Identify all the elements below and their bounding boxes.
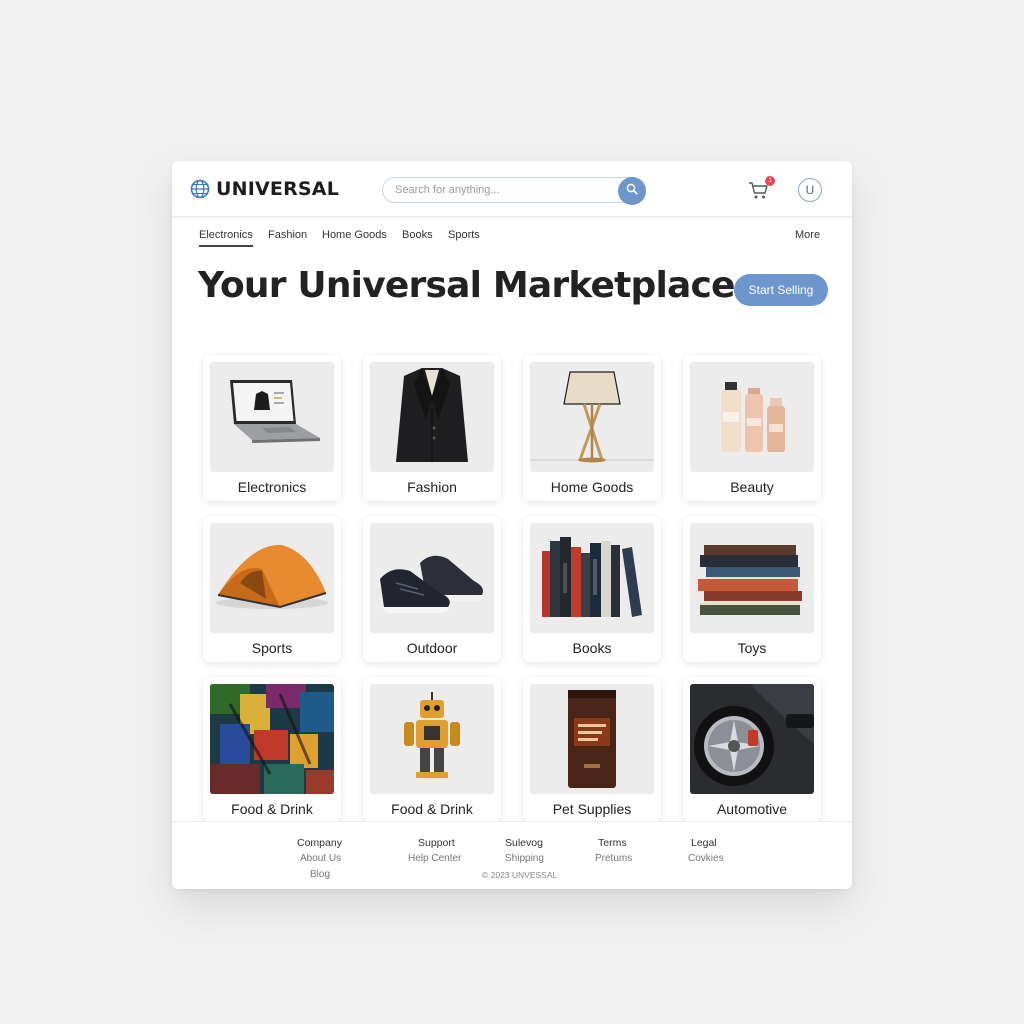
top-bar: UNIVERSAL 1 xyxy=(172,161,852,217)
lamp-image xyxy=(530,362,654,472)
category-card-pet-supplies[interactable]: Pet Supplies xyxy=(523,677,661,823)
footer-heading-support: Support xyxy=(418,837,455,849)
search-button[interactable] xyxy=(618,177,646,205)
category-label: Automotive xyxy=(716,801,788,817)
nav-item-home-goods[interactable]: Home Goods xyxy=(322,229,387,241)
footer-heading-legal: Legal xyxy=(691,837,717,849)
logo[interactable]: UNIVERSAL xyxy=(190,178,339,200)
footer-link-blog[interactable]: Blog xyxy=(310,869,330,880)
search-icon xyxy=(626,182,638,200)
category-label: Books xyxy=(572,640,612,656)
category-label: Outdoor xyxy=(406,640,458,656)
category-card-sports[interactable]: Sports xyxy=(203,516,341,662)
category-nav: Electronics Fashion Home Goods Books Spo… xyxy=(172,217,852,253)
category-label: Sports xyxy=(251,640,293,656)
footer-link-returns[interactable]: Pretums xyxy=(595,853,632,864)
nav-item-fashion[interactable]: Fashion xyxy=(268,229,307,241)
coffee-bag-image xyxy=(530,684,654,794)
start-selling-button[interactable]: Start Selling xyxy=(734,274,828,306)
cart-icon xyxy=(748,182,770,205)
avatar[interactable]: U xyxy=(798,178,822,202)
category-label: Fashion xyxy=(407,479,457,495)
category-label: Beauty xyxy=(730,479,774,495)
category-card-food-drink[interactable]: Food & Drink xyxy=(203,677,341,823)
page-title: Your Universal Marketplace xyxy=(198,265,735,306)
footer-link-help-center[interactable]: Help Center xyxy=(408,853,461,864)
logo-text: UNIVERSAL xyxy=(216,178,340,200)
category-card-electronics[interactable]: Electronics xyxy=(203,355,341,501)
footer-link-cookies[interactable]: Covkies xyxy=(688,853,724,864)
category-card-toys[interactable]: Toys xyxy=(683,516,821,662)
nav-more[interactable]: More xyxy=(795,229,820,241)
nav-item-electronics[interactable]: Electronics xyxy=(199,229,253,247)
nav-item-sports[interactable]: Sports xyxy=(448,229,480,241)
category-card-food-drink-2[interactable]: Food & Drink xyxy=(363,677,501,823)
footer-link-about-us[interactable]: About Us xyxy=(300,853,341,864)
books-row-image xyxy=(530,523,654,633)
category-label: Home Goods xyxy=(550,479,634,495)
search-bar xyxy=(382,177,646,205)
robot-toy-image xyxy=(370,684,494,794)
sneaker-image xyxy=(370,523,494,633)
category-label: Food & Drink xyxy=(391,801,473,817)
copyright: © 2023 UNVESSAL xyxy=(482,870,558,880)
footer-heading-terms[interactable]: Terms xyxy=(598,837,627,849)
footer-link-shipping[interactable]: Shipping xyxy=(505,853,544,864)
search-input[interactable] xyxy=(395,184,605,196)
car-wheel-image xyxy=(690,684,814,794)
footer-heading-company: Company xyxy=(297,837,342,849)
category-card-beauty[interactable]: Beauty xyxy=(683,355,821,501)
category-label: Food & Drink xyxy=(231,801,313,817)
category-label: Electronics xyxy=(237,479,307,495)
category-card-automotive[interactable]: Automotive xyxy=(683,677,821,823)
book-stack-image xyxy=(690,523,814,633)
abstract-painting-image xyxy=(210,684,334,794)
globe-icon xyxy=(190,179,210,199)
nav-item-books[interactable]: Books xyxy=(402,229,433,241)
cart-badge: 1 xyxy=(765,176,775,186)
category-card-fashion[interactable]: Fashion xyxy=(363,355,501,501)
category-card-home-goods[interactable]: Home Goods xyxy=(523,355,661,501)
app-window: UNIVERSAL 1 xyxy=(172,161,852,889)
category-card-books[interactable]: Books xyxy=(523,516,661,662)
footer: Company About Us Blog Support Help Cente… xyxy=(172,821,852,889)
category-card-outdoor[interactable]: Outdoor xyxy=(363,516,501,662)
cart-button[interactable]: 1 xyxy=(748,176,775,201)
category-label: Pet Supplies xyxy=(552,801,632,817)
laptop-image xyxy=(210,362,334,472)
category-label: Toys xyxy=(737,640,767,656)
footer-heading-col3: Sulevog xyxy=(505,837,543,849)
cosmetics-image xyxy=(690,362,814,472)
blazer-image xyxy=(370,362,494,472)
tent-image xyxy=(210,523,334,633)
